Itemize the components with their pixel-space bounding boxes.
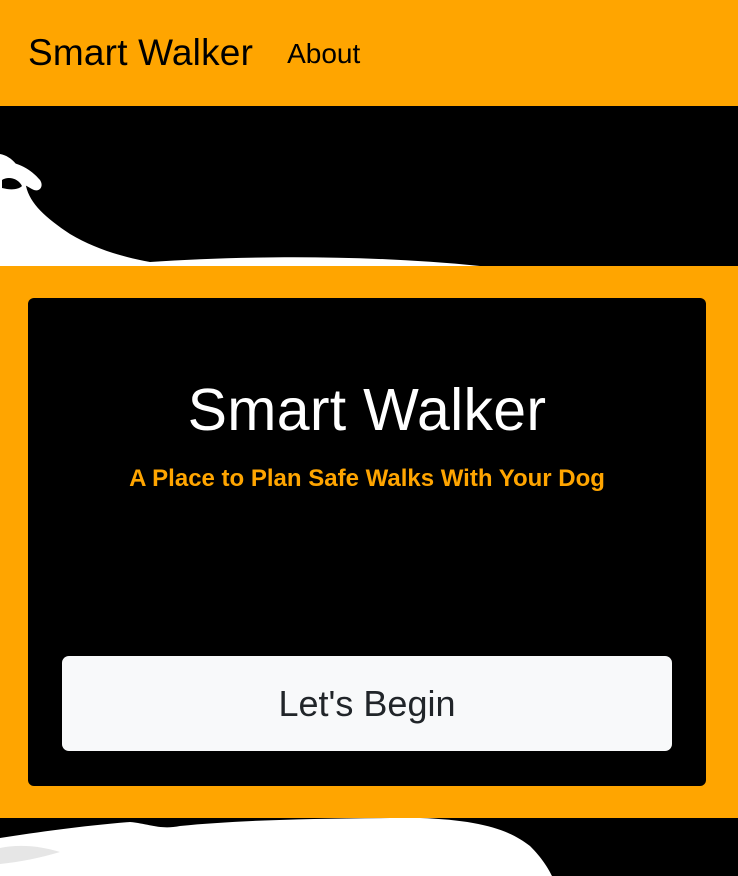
background-dog-image-top bbox=[0, 106, 738, 266]
background-dog-image-bottom bbox=[0, 818, 738, 876]
top-navbar: Smart Walker About bbox=[0, 0, 738, 106]
hero-title: Smart Walker bbox=[187, 377, 547, 443]
nav-link-about[interactable]: About bbox=[287, 38, 360, 70]
dog-silhouette-image bbox=[0, 154, 480, 266]
hero-card: Smart Walker A Place to Plan Safe Walks … bbox=[28, 298, 706, 786]
dog-silhouette-image bbox=[0, 818, 552, 876]
lets-begin-button[interactable]: Let's Begin bbox=[62, 656, 672, 751]
hero-subtitle: A Place to Plan Safe Walks With Your Dog bbox=[129, 465, 605, 492]
navbar-brand[interactable]: Smart Walker bbox=[28, 32, 253, 74]
hero-band: Smart Walker A Place to Plan Safe Walks … bbox=[0, 266, 738, 818]
